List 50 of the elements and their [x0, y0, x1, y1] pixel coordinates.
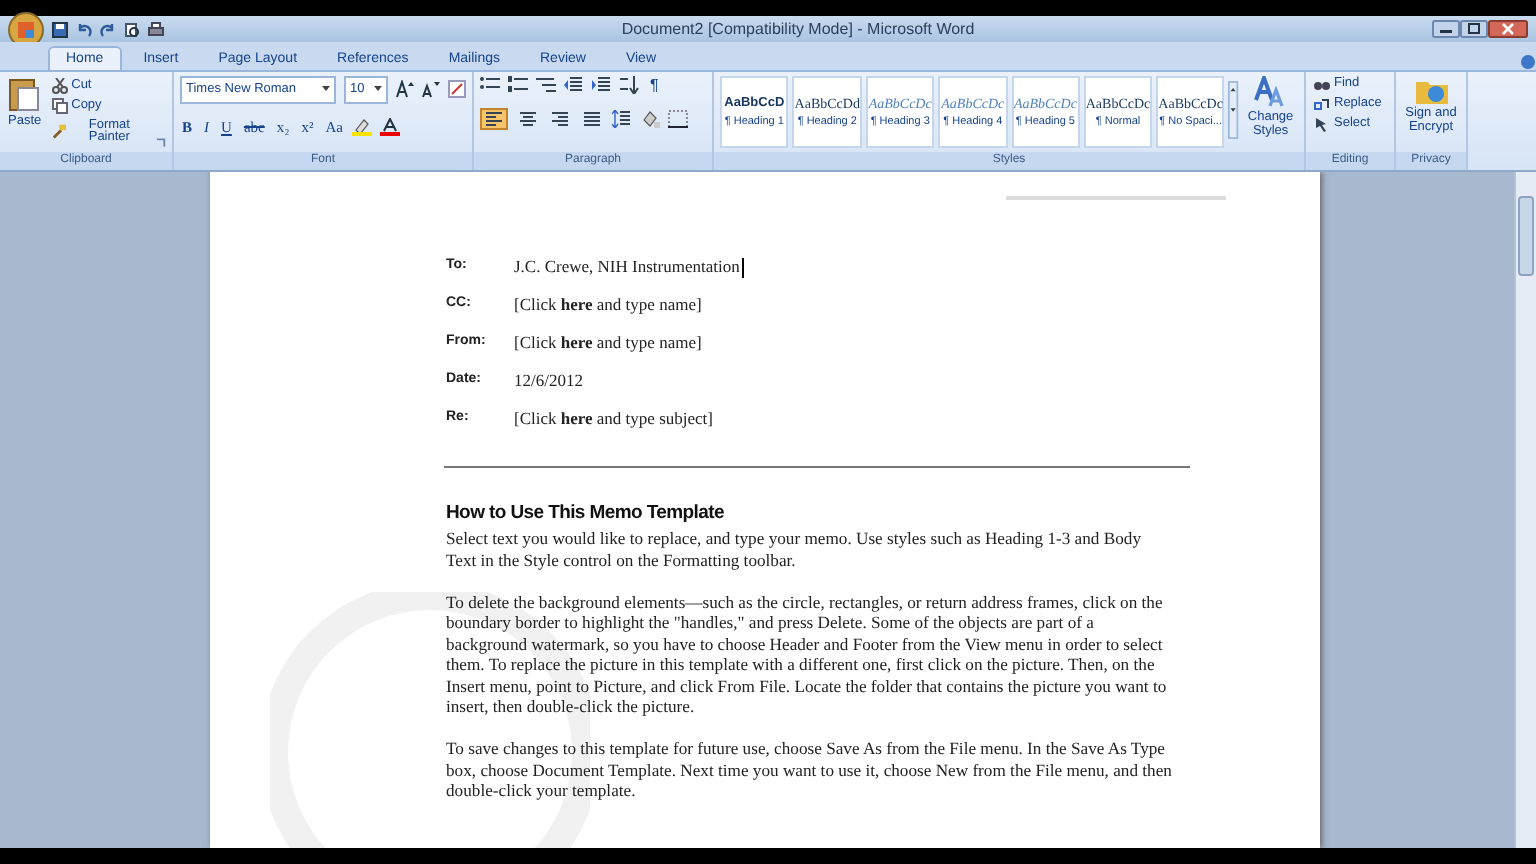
clear-formatting-icon[interactable]	[448, 80, 466, 99]
save-icon[interactable]	[52, 21, 68, 37]
decrease-indent-icon[interactable]	[564, 76, 584, 94]
scrollbar-thumb[interactable]	[1518, 196, 1534, 276]
field-value[interactable]: [Click here and type name]	[514, 330, 702, 356]
multilevel-list-icon[interactable]	[536, 76, 556, 94]
redo-icon[interactable]	[100, 21, 116, 37]
paintbrush-icon	[51, 124, 66, 141]
field-value[interactable]: [Click here and type subject]	[514, 406, 713, 432]
align-right-button[interactable]	[548, 110, 572, 128]
show-marks-button[interactable]: ¶	[648, 77, 661, 93]
close-icon[interactable]	[1488, 20, 1528, 38]
bullet-list-icon[interactable]	[480, 76, 500, 94]
highlighter-icon[interactable]	[352, 117, 373, 136]
align-justify-button[interactable]	[580, 110, 604, 128]
copy-icon	[51, 98, 68, 115]
body-paragraph: Select text you would like to replace, and type your memo. Use styles such as Heading 1-3 and Body Text in the Style control on the Formatting toolbar.	[446, 528, 1143, 571]
dialog-launcher-icon[interactable]	[156, 138, 166, 148]
scrollbar[interactable]	[1514, 172, 1536, 848]
body-paragraph: To save changes to this template for future use, choose Save As from the File menu. In the Save As Type box, choose Document Template. Next time you want to use it, choose New from the File menu, and then double-click your template.	[446, 738, 1174, 802]
align-left-button[interactable]	[480, 108, 508, 130]
print-preview-icon[interactable]	[124, 21, 140, 37]
borders-icon[interactable]	[668, 110, 688, 128]
field-value[interactable]: J.C. Crewe, NIH Instrumentation	[514, 254, 740, 280]
align-center-button[interactable]	[516, 110, 540, 128]
scissors-icon	[51, 78, 68, 95]
window-title: Document2 [Compatibility Mode] - Microsoft Word	[619, 17, 977, 41]
cursor-icon	[1314, 116, 1330, 132]
increase-indent-icon[interactable]	[592, 76, 612, 94]
sort-icon[interactable]	[620, 76, 640, 94]
field-value[interactable]: 12/6/2012	[514, 368, 583, 394]
shrink-font-icon[interactable]	[422, 80, 440, 99]
shading-icon[interactable]	[640, 110, 660, 128]
printer-icon[interactable]	[148, 21, 164, 37]
maximize-icon[interactable]	[1460, 20, 1488, 38]
minimize-icon[interactable]	[1432, 20, 1460, 38]
undo-icon[interactable]	[76, 21, 92, 37]
folder-globe-icon	[1415, 76, 1447, 104]
body-paragraph: To delete the background elements—such as the circle, rectangles, or return address frames, click on the boundary border to highlight the "handles," and press Delete. Some of the objects are part of a background watermark, so you have to choose Header and Footer from the View menu in order to select them. To replace the picture in this template with a different one, first click on the picture. Then, on the Insert menu, point to Picture, and click From File. Locate the folder that contains the picture you want to insert, then double-click the picture.	[446, 591, 1169, 718]
line-spacing-icon[interactable]	[612, 110, 632, 128]
clipboard-icon	[8, 76, 41, 112]
caret-icon[interactable]	[374, 86, 382, 93]
grow-font-icon[interactable]	[396, 80, 414, 99]
numbered-list-icon[interactable]	[508, 76, 528, 94]
binoculars-icon	[1314, 76, 1330, 92]
field-value[interactable]: [Click here and type name]	[514, 292, 702, 318]
font-color-icon[interactable]	[380, 117, 401, 136]
section-heading: How to Use This Memo Template	[446, 500, 726, 528]
caret-icon[interactable]	[322, 86, 330, 93]
styles-letters-icon	[1254, 76, 1287, 108]
